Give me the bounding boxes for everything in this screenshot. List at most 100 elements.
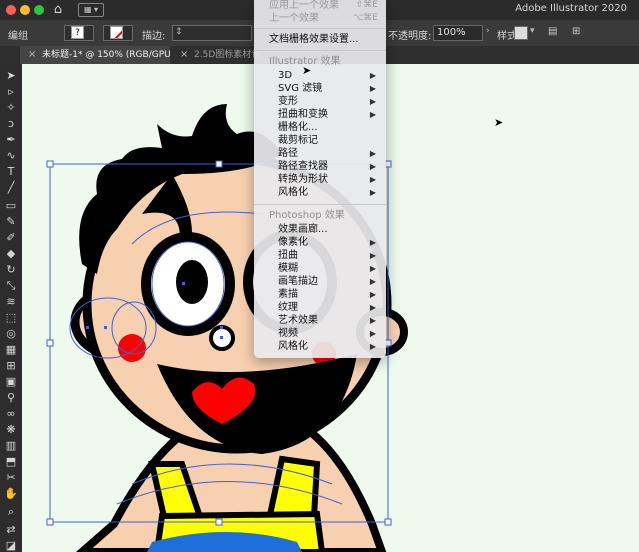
stepper-icon: ⇕ — [175, 27, 183, 37]
perspective-grid-icon[interactable]: ▦ — [3, 342, 19, 358]
blend-icon[interactable]: ∞ — [3, 406, 19, 422]
menu-item-convert-shape[interactable]: 转换为形状 ▶ — [254, 173, 386, 186]
tools-panel: ➤ ▹ ✧ ↄ ✒ ∿ T ╱ ▭ ✎ ✐ ◆ ↻ ⤡ ≋ ⬚ ◎ ▦ ⊞ ▣ … — [0, 64, 22, 552]
gradient-icon[interactable]: ▣ — [3, 374, 19, 390]
tab-untitled[interactable]: × 未标题-1* @ 150% (RGB/GPU 预览) — [20, 46, 170, 64]
workspace-switcher-icon[interactable]: ▦ ▾ — [78, 3, 104, 17]
stroke-label: 描边: — [142, 31, 166, 42]
menu-cursor-icon: ➤ — [302, 64, 312, 77]
free-transform-icon[interactable]: ⬚ — [3, 310, 19, 326]
menu-item-distort-transform[interactable]: 变形 ▶ — [254, 95, 386, 108]
effect-menu: 应用上一个效果 ⇧⌘E 上一个效果 ⌥⌘E 文档栅格效果设置... Illust… — [254, 0, 386, 358]
menu-item-warp[interactable]: 扭曲和变换 ▶ — [254, 108, 386, 121]
align-icon[interactable]: ⊞ — [572, 25, 590, 41]
submenu-arrow-icon: ▶ — [369, 316, 376, 325]
warp-icon[interactable]: ≋ — [3, 294, 19, 310]
graphic-style-swatch[interactable] — [514, 26, 528, 40]
tab-label: 2.5D图标素材包.ai — [194, 50, 262, 60]
color-mode-icon[interactable]: ◪ — [3, 538, 19, 552]
submenu-arrow-icon: ▶ — [369, 342, 376, 351]
opacity-label: 不透明度: — [388, 31, 432, 42]
menu-section-illustrator: Illustrator 效果 — [269, 56, 341, 67]
selection-tool-icon[interactable]: ➤ — [3, 68, 19, 84]
home-icon[interactable]: ⌂ — [50, 2, 66, 18]
menu-separator — [254, 50, 386, 51]
hand-icon[interactable]: ✋ — [3, 486, 19, 502]
stroke-none-icon — [110, 26, 123, 39]
swap-icon[interactable]: ⇄ — [3, 522, 19, 538]
menu-item-svg-filters[interactable]: SVG 滤镜 ▶ — [254, 82, 386, 95]
shaper-icon[interactable]: ✐ — [3, 230, 19, 246]
menu-item-distort[interactable]: 扭曲 ▶ — [254, 249, 386, 262]
line-tool-icon[interactable]: ╱ — [3, 180, 19, 196]
scale-icon[interactable]: ⤡ — [3, 278, 19, 294]
fill-selector[interactable]: ? — [64, 25, 94, 41]
zoom-window-button[interactable] — [34, 5, 44, 15]
symbol-sprayer-icon[interactable]: ❋ — [3, 422, 19, 438]
object-type-label: 编组 — [8, 31, 28, 42]
menu-item-pixelate[interactable]: 像素化 ▶ — [254, 236, 386, 249]
submenu-arrow-icon: ▶ — [369, 264, 376, 273]
rotate-icon[interactable]: ↻ — [3, 262, 19, 278]
mouse-cursor-icon: ➤ — [494, 116, 504, 129]
menu-item-artistic[interactable]: 艺术效果 ▶ — [254, 314, 386, 327]
tab-label: 未标题-1* @ 150% (RGB/GPU 预览) — [42, 50, 170, 60]
paintbrush-icon[interactable]: ✎ — [3, 214, 19, 230]
menu-item-effect-gallery[interactable]: 效果画廊... — [254, 223, 386, 236]
menu-item-3d[interactable]: 3D ▶ — [254, 69, 386, 82]
slice-icon[interactable]: ✂ — [3, 470, 19, 486]
close-tab-icon[interactable]: × — [180, 46, 188, 64]
menu-item-brush-strokes[interactable]: 画笔描边 ▶ — [254, 275, 386, 288]
eraser-icon[interactable]: ◆ — [3, 246, 19, 262]
style-chevron-icon[interactable]: ▾ — [530, 26, 535, 36]
submenu-arrow-icon: ▶ — [369, 303, 376, 312]
fill-question-icon: ? — [71, 26, 84, 39]
menu-item-rasterize[interactable]: 栅格化... — [254, 121, 386, 134]
submenu-arrow-icon: ▶ — [369, 251, 376, 260]
curvature-tool-icon[interactable]: ∿ — [3, 148, 19, 164]
submenu-arrow-icon: ▶ — [369, 188, 376, 197]
close-tab-icon[interactable]: × — [28, 46, 36, 64]
menu-item-apply-last-effect[interactable]: 应用上一个效果 ⇧⌘E — [254, 0, 386, 12]
eyedropper-icon[interactable]: ⚲ — [3, 390, 19, 406]
document-setup-icon[interactable]: ▤ — [548, 25, 566, 41]
mesh-icon[interactable]: ⊞ — [3, 358, 19, 374]
cheek-left — [118, 334, 146, 362]
menu-item-last-effect[interactable]: 上一个效果 ⌥⌘E — [254, 12, 386, 25]
zoom-icon[interactable]: ⌕ — [3, 504, 19, 520]
column-graph-icon[interactable]: ▥ — [3, 438, 19, 454]
menu-item-stylize-ps[interactable]: 风格化 ▶ — [254, 340, 386, 353]
opacity-chevron-icon[interactable]: › — [486, 26, 490, 36]
lasso-icon[interactable]: ↄ — [3, 116, 19, 132]
submenu-arrow-icon: ▶ — [369, 149, 376, 158]
menu-item-path[interactable]: 路径 ▶ — [254, 147, 386, 160]
menu-item-video[interactable]: 视频 ▶ — [254, 327, 386, 340]
menu-item-crop-marks[interactable]: 裁剪标记 — [254, 134, 386, 147]
menu-item-texture[interactable]: 纹理 ▶ — [254, 301, 386, 314]
close-window-button[interactable] — [6, 5, 16, 15]
menu-item-sketch[interactable]: 素描 ▶ — [254, 288, 386, 301]
submenu-arrow-icon: ▶ — [369, 290, 376, 299]
menu-item-stylize-ai[interactable]: 风格化 ▶ — [254, 186, 386, 199]
menu-separator — [254, 204, 386, 205]
magic-wand-icon[interactable]: ✧ — [3, 100, 19, 116]
artboard-icon[interactable]: ⬒ — [3, 454, 19, 470]
opacity-field[interactable]: 100% — [433, 25, 483, 41]
rectangle-tool-icon[interactable]: ▭ — [3, 198, 19, 214]
stroke-selector[interactable] — [103, 25, 133, 41]
submenu-arrow-icon: ▶ — [369, 84, 376, 93]
submenu-arrow-icon: ▶ — [369, 238, 376, 247]
tab-material-pack[interactable]: × 2.5D图标素材包.ai — [172, 46, 262, 64]
type-tool-icon[interactable]: T — [3, 164, 19, 180]
stroke-weight-field[interactable]: ⇕ — [172, 25, 252, 41]
menu-item-pathfinder[interactable]: 路径查找器 ▶ — [254, 160, 386, 173]
shape-builder-icon[interactable]: ◎ — [3, 326, 19, 342]
submenu-arrow-icon: ▶ — [369, 329, 376, 338]
pen-tool-icon[interactable]: ✒ — [3, 132, 19, 148]
menu-item-raster-settings[interactable]: 文档栅格效果设置... — [254, 33, 386, 46]
minimize-window-button[interactable] — [20, 5, 30, 15]
app-title: Adobe Illustrator 2020 — [515, 3, 627, 14]
submenu-arrow-icon: ▶ — [369, 71, 376, 80]
direct-selection-icon[interactable]: ▹ — [3, 84, 19, 100]
menu-item-blur[interactable]: 模糊 ▶ — [254, 262, 386, 275]
